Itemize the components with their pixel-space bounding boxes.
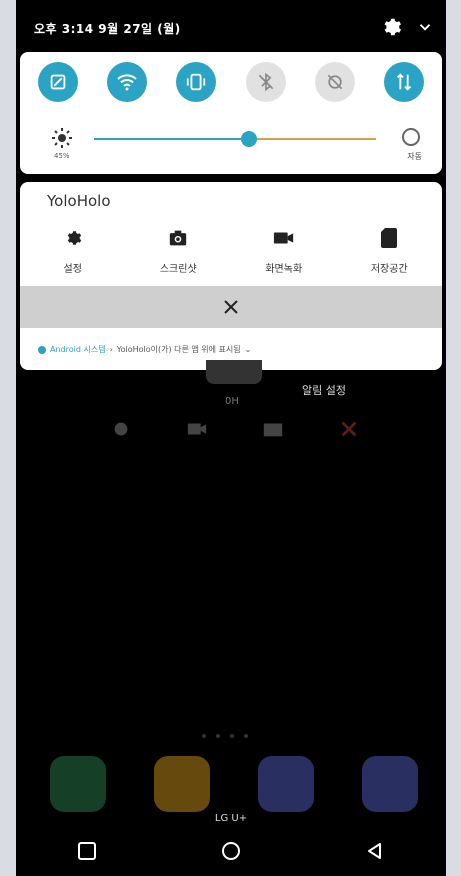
close-icon (224, 300, 238, 314)
bluetooth-off-icon (258, 72, 273, 92)
status-time: 오후 3:14 9월 27일 (월) (34, 22, 181, 36)
gear-icon[interactable] (380, 16, 402, 38)
video-icon (273, 232, 293, 244)
camera-icon (263, 423, 283, 437)
auto-brightness-label: 자동 (407, 152, 422, 161)
chevron-down-icon: ⌄ (244, 345, 252, 354)
footer-system-label: Android 시스템 (50, 345, 106, 354)
navigation-bar (16, 826, 446, 876)
auto-rotate-off-icon (327, 74, 343, 90)
mobile-data-toggle[interactable] (383, 62, 424, 102)
overlay-handle (206, 360, 262, 384)
footer-text: YoloHolo이(가) 다른 앱 위에 표시됨 (116, 345, 241, 354)
chevron-down-icon[interactable] (416, 18, 434, 36)
brightness-slider[interactable] (94, 131, 376, 147)
action-screenshot[interactable]: 스크린샷 (138, 226, 218, 275)
brightness-slider-knob[interactable] (241, 131, 258, 147)
notification-app-name: YoloHolo (47, 192, 111, 210)
wifi-icon (117, 74, 137, 91)
notification-footer[interactable]: Android 시스템 › YoloHolo이(가) 다른 앱 위에 표시됨 ⌄ (38, 344, 251, 355)
brightness-sun-icon (52, 128, 72, 148)
auto-rotate-toggle[interactable] (314, 62, 355, 102)
gear-icon (67, 231, 81, 245)
action-screen-record[interactable]: 화면녹화 (244, 226, 324, 275)
background-overlay: 0H 알림 설정 (16, 360, 446, 460)
android-system-icon (38, 345, 46, 354)
status-bar: 오후 3:14 9월 27일 (월) (16, 0, 446, 50)
vibrate-icon (187, 73, 206, 91)
notification-card[interactable]: YoloHolo 설정 스크린샷 화면녹화 저장공간 Android 시스템 ›… (20, 182, 442, 370)
phone-app-icon[interactable] (50, 756, 106, 812)
camera-icon (170, 230, 187, 246)
circle-home-icon[interactable] (220, 840, 242, 862)
action-label: 저장공간 (370, 264, 408, 275)
triangle-back-icon[interactable] (365, 841, 385, 861)
mobile-data-icon (396, 73, 412, 91)
video-icon (187, 423, 207, 435)
camera-app-icon[interactable] (362, 756, 418, 812)
phone-screen: 오후 3:14 9월 27일 (월) 45% 자동 YoloHolo 설정 스크… (16, 0, 446, 876)
page-indicator (202, 734, 248, 738)
footer-separator: › (109, 345, 113, 354)
screen-rotate-icon (50, 74, 66, 90)
action-settings[interactable]: 설정 (33, 226, 113, 275)
bluetooth-toggle[interactable] (245, 62, 286, 102)
action-label: 설정 (63, 264, 82, 275)
carrier-label: LG U+ (214, 813, 248, 824)
sd-card-icon (381, 228, 398, 248)
square-recents-icon[interactable] (77, 841, 97, 861)
action-storage[interactable]: 저장공간 (349, 226, 429, 275)
alarm-settings-label: 알림 설정 (302, 384, 346, 397)
app-dock (16, 756, 446, 818)
quick-settings-panel: 45% 자동 (20, 52, 442, 174)
browser-app-icon[interactable] (258, 756, 314, 812)
overlay-timer: 0H (225, 396, 239, 407)
wifi-toggle[interactable] (107, 62, 148, 102)
screen-rotate-toggle[interactable] (38, 62, 78, 102)
messages-app-icon[interactable] (154, 756, 210, 812)
vibrate-toggle[interactable] (176, 62, 217, 102)
gear-icon (114, 422, 128, 436)
close-icon (341, 421, 357, 437)
dismiss-button[interactable] (20, 286, 442, 328)
brightness-percent: 45% (54, 152, 70, 160)
action-label: 스크린샷 (159, 264, 197, 275)
action-label: 화면녹화 (265, 264, 303, 275)
brightness-control: 45% 자동 (42, 124, 424, 164)
auto-brightness-toggle[interactable] (402, 128, 420, 146)
